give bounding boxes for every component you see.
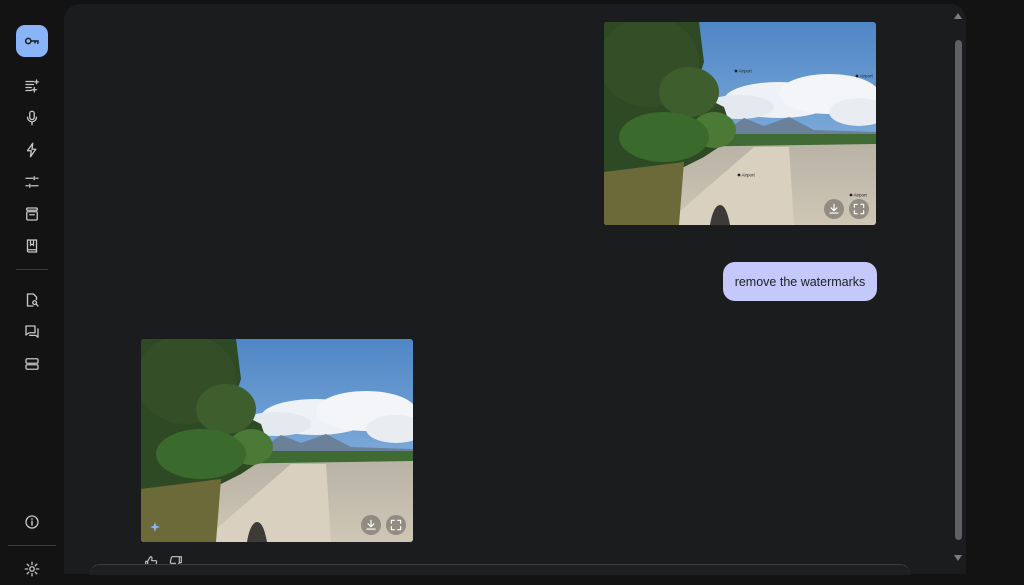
sidebar-item-tune[interactable]	[16, 166, 48, 198]
fullscreen-button[interactable]	[386, 515, 406, 535]
archive-icon	[26, 207, 38, 221]
document-search-icon	[26, 293, 39, 307]
sidebar-item-docs[interactable]	[16, 230, 48, 262]
fullscreen-button[interactable]	[849, 199, 869, 219]
download-button[interactable]	[361, 515, 381, 535]
user-message-bubble: remove the watermarks	[723, 262, 877, 301]
scroll-up-arrow[interactable]	[954, 13, 962, 19]
landscape-photo-clean	[141, 339, 413, 542]
download-button[interactable]	[824, 199, 844, 219]
sidebar-item-chat[interactable]	[16, 316, 48, 348]
sidebar-item-key[interactable]	[16, 25, 48, 57]
scroll-thumb[interactable]	[955, 40, 962, 540]
tune-icon	[25, 176, 39, 188]
sidebar-item-storage[interactable]	[16, 348, 48, 380]
new-prompt-icon	[25, 79, 40, 93]
key-icon	[24, 37, 39, 45]
scroll-down-arrow[interactable]	[954, 555, 962, 561]
chat-icon	[25, 325, 39, 338]
sidebar-divider	[16, 269, 48, 270]
sidebar	[0, 0, 64, 577]
fullscreen-icon	[852, 202, 866, 216]
settings-icon	[24, 561, 40, 577]
sidebar-bottom-divider	[8, 545, 56, 546]
user-uploaded-image[interactable]: Airport Airport Airport Airport	[604, 22, 876, 225]
watermark-text: Airport	[854, 193, 868, 198]
download-icon	[827, 202, 841, 216]
watermark-text: Airport	[860, 74, 874, 79]
download-icon	[364, 518, 378, 532]
sidebar-item-new-prompt[interactable]	[16, 70, 48, 102]
ai-sparkle-badge	[149, 520, 161, 532]
storage-icon	[25, 358, 39, 370]
watermark-text: Airport	[739, 69, 753, 74]
landscape-photo-with-watermarks: Airport Airport Airport Airport	[604, 22, 876, 225]
sidebar-item-starter-apps[interactable]	[16, 134, 48, 166]
sparkle-icon	[150, 522, 160, 532]
sidebar-item-document-search[interactable]	[16, 284, 48, 316]
sidebar-item-stream[interactable]	[16, 102, 48, 134]
info-icon	[25, 515, 39, 529]
bolt-icon	[26, 142, 37, 158]
sidebar-item-info[interactable]	[16, 506, 48, 538]
sidebar-item-settings[interactable]	[16, 553, 48, 585]
fullscreen-icon	[389, 518, 403, 532]
chat-panel: Airport Airport Airport Airport remove t…	[64, 4, 966, 574]
chat-scrollbar[interactable]	[951, 10, 965, 565]
watermark-text: Airport	[742, 173, 756, 178]
sidebar-item-library[interactable]	[16, 198, 48, 230]
microphone-icon	[26, 110, 38, 126]
book-icon	[26, 239, 38, 253]
generated-image[interactable]	[141, 339, 413, 542]
user-message-text: remove the watermarks	[734, 274, 866, 289]
